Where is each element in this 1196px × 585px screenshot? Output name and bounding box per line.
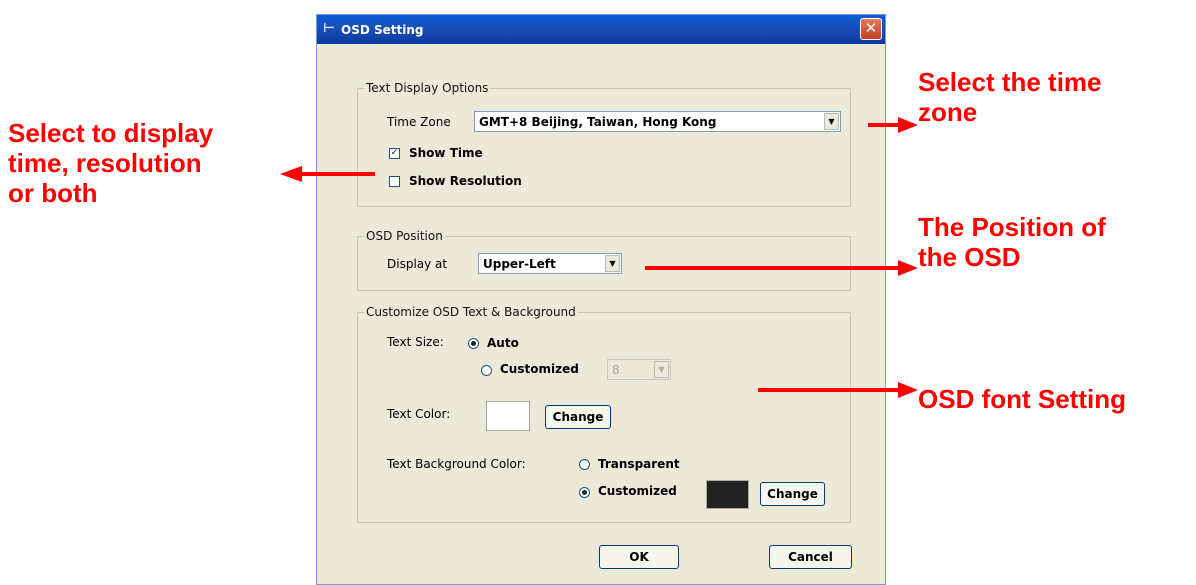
- annotation-arrows: [280, 117, 918, 398]
- time-zone-arrow: [868, 117, 918, 133]
- font-arrow: [758, 382, 918, 398]
- left-arrow: [280, 166, 375, 182]
- position-arrow: [645, 260, 918, 276]
